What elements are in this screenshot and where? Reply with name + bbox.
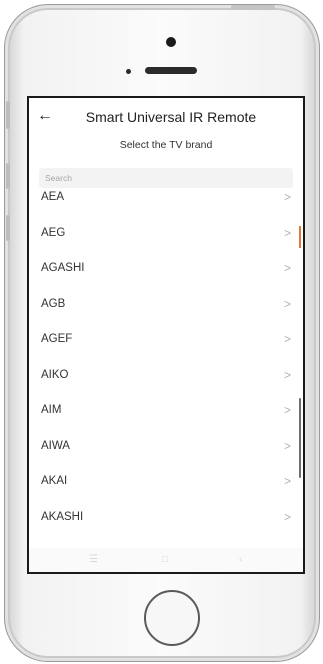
list-item[interactable]: AKASHI > (29, 505, 303, 541)
list-item[interactable]: AIWA > (29, 434, 303, 470)
app-header: ← Smart Universal IR Remote Select the T… (29, 98, 303, 168)
chevron-right-icon: > (283, 225, 291, 240)
front-camera-icon (166, 37, 176, 47)
list-item[interactable]: AIM > (29, 398, 303, 434)
chevron-right-icon: > (283, 296, 291, 311)
brand-label: AGB (41, 297, 66, 310)
brand-label: AIKO (41, 368, 69, 381)
chevron-right-icon: > (283, 438, 291, 453)
proximity-sensor-icon (126, 69, 131, 74)
system-nav-bar: ☰ □ ‹ (29, 548, 303, 572)
chevron-right-icon: > (283, 367, 291, 382)
scroll-accent-marker (299, 226, 301, 248)
list-item[interactable]: AEA > (29, 185, 303, 221)
list-item[interactable]: AIKO > (29, 363, 303, 399)
volume-down-button[interactable] (6, 215, 10, 241)
back-nav-icon[interactable]: ‹ (239, 554, 242, 565)
volume-up-button[interactable] (6, 163, 10, 189)
menu-icon[interactable]: ☰ (89, 554, 98, 565)
list-scrollbar[interactable] (299, 398, 301, 478)
list-item[interactable]: AGEF > (29, 327, 303, 363)
brand-label: AEA (41, 191, 65, 203)
brand-label: AGEF (41, 333, 73, 345)
brand-label: AKAI (41, 475, 68, 487)
list-item[interactable]: AGASHI > (29, 256, 303, 292)
list-item[interactable]: AEG > (29, 221, 303, 257)
brand-label: AIWA (41, 439, 70, 452)
brand-label: AKASHI (41, 510, 84, 523)
home-button[interactable] (144, 590, 200, 646)
mute-switch[interactable] (6, 101, 10, 129)
chevron-right-icon: > (283, 190, 291, 204)
list-item[interactable]: AGB > (29, 292, 303, 328)
chevron-right-icon: > (283, 332, 291, 346)
app-screen: ← Smart Universal IR Remote Select the T… (27, 96, 305, 574)
page-title: Smart Universal IR Remote (85, 109, 257, 125)
home-nav-icon[interactable]: □ (162, 554, 168, 565)
power-button[interactable] (231, 5, 275, 10)
brand-label: AIM (41, 404, 62, 416)
earpiece-speaker (145, 67, 197, 74)
chevron-right-icon: > (283, 474, 291, 488)
chevron-right-icon: > (283, 403, 291, 417)
brand-list: AEA > AEG > AGASHI > AGB > AGEF > AIKO >… (29, 185, 303, 540)
page-subtitle: Select the TV brand (119, 139, 213, 151)
brand-label: AGASHI (41, 262, 85, 274)
brand-label: AEG (41, 226, 66, 239)
chevron-right-icon: > (283, 509, 291, 524)
chevron-right-icon: > (283, 261, 291, 275)
list-item[interactable]: AKAI > (29, 469, 303, 505)
